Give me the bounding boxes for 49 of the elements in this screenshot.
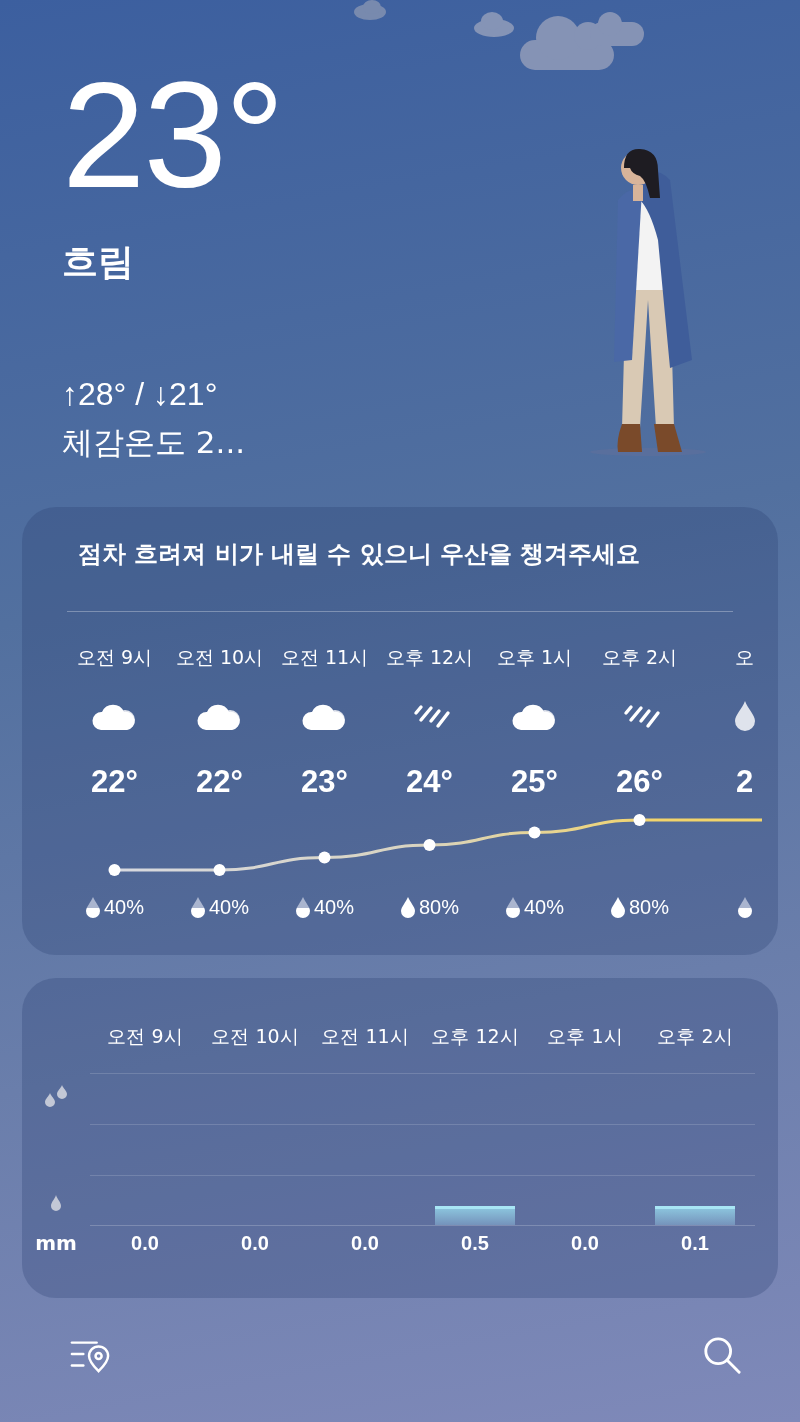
weather-condition: 흐림 bbox=[62, 242, 135, 282]
search-icon[interactable] bbox=[702, 1335, 742, 1375]
temperature-point bbox=[108, 864, 121, 876]
feels-like-temperature: 체감온도 2... bbox=[62, 423, 247, 462]
hour-label: 오전 11시 bbox=[280, 645, 369, 670]
cloud-drawing bbox=[354, 0, 386, 20]
forecast-message: 점차 흐려져 비가 내릴 수 있으니 우산을 챙겨주세요 bbox=[78, 539, 642, 570]
hour-label: 오전 9시 bbox=[76, 645, 153, 670]
hour-label: 오후 1시 bbox=[496, 645, 573, 670]
drop-icon bbox=[734, 701, 755, 731]
hour-temperature: 26° bbox=[616, 764, 663, 800]
precipitation-amount: 0.0 bbox=[571, 1231, 599, 1256]
precipitation-amount: 0.0 bbox=[131, 1231, 159, 1256]
hour-temperature: 2 bbox=[735, 764, 754, 800]
temperature-point bbox=[528, 826, 541, 839]
hour-temperature: 22° bbox=[196, 764, 243, 800]
precipitation-amount: 0.5 bbox=[461, 1231, 489, 1256]
temperature-point bbox=[213, 864, 226, 876]
hour-label: 오후 2시 bbox=[656, 1024, 734, 1049]
precipitation-chance: 80% bbox=[419, 895, 459, 920]
precipitation-chance: 40% bbox=[209, 895, 249, 920]
hour-label: 오후 2시 bbox=[601, 645, 678, 670]
raindrop-icon bbox=[49, 1194, 63, 1212]
hour-temperature: 24° bbox=[406, 764, 453, 800]
temperature-point bbox=[423, 839, 436, 851]
high-low-temperature: ↑28° / ↓21° bbox=[62, 375, 219, 414]
hour-label: 오전 11시 bbox=[320, 1024, 410, 1049]
hour-label: 오후 12시 bbox=[430, 1024, 520, 1049]
hour-label: 오후 1시 bbox=[546, 1024, 624, 1049]
temperature-point bbox=[633, 814, 646, 826]
unit-label: mm bbox=[35, 1230, 77, 1256]
precipitation-amount: 0.1 bbox=[681, 1231, 709, 1256]
temperature-point bbox=[318, 851, 331, 864]
hour-label: 오 bbox=[735, 645, 754, 670]
hour-temperature: 25° bbox=[511, 764, 558, 800]
hour-label: 오전 10시 bbox=[210, 1024, 300, 1049]
hour-temperature: 23° bbox=[301, 764, 348, 800]
precipitation-chance: 40% bbox=[524, 895, 564, 920]
current-temperature: 23° bbox=[62, 60, 284, 210]
precipitation-amount: 0.0 bbox=[351, 1231, 379, 1256]
hour-temperature: 22° bbox=[91, 764, 138, 800]
precipitation-chance: 40% bbox=[104, 895, 144, 920]
precipitation-chance: 40% bbox=[314, 895, 354, 920]
hour-label: 오후 12시 bbox=[385, 645, 474, 670]
hour-label: 오전 9시 bbox=[106, 1024, 184, 1049]
hour-label: 오전 10시 bbox=[175, 645, 264, 670]
precipitation-amount: 0.0 bbox=[241, 1231, 269, 1256]
cloud-drawing bbox=[474, 12, 514, 37]
precipitation-chance: 80% bbox=[629, 895, 669, 920]
